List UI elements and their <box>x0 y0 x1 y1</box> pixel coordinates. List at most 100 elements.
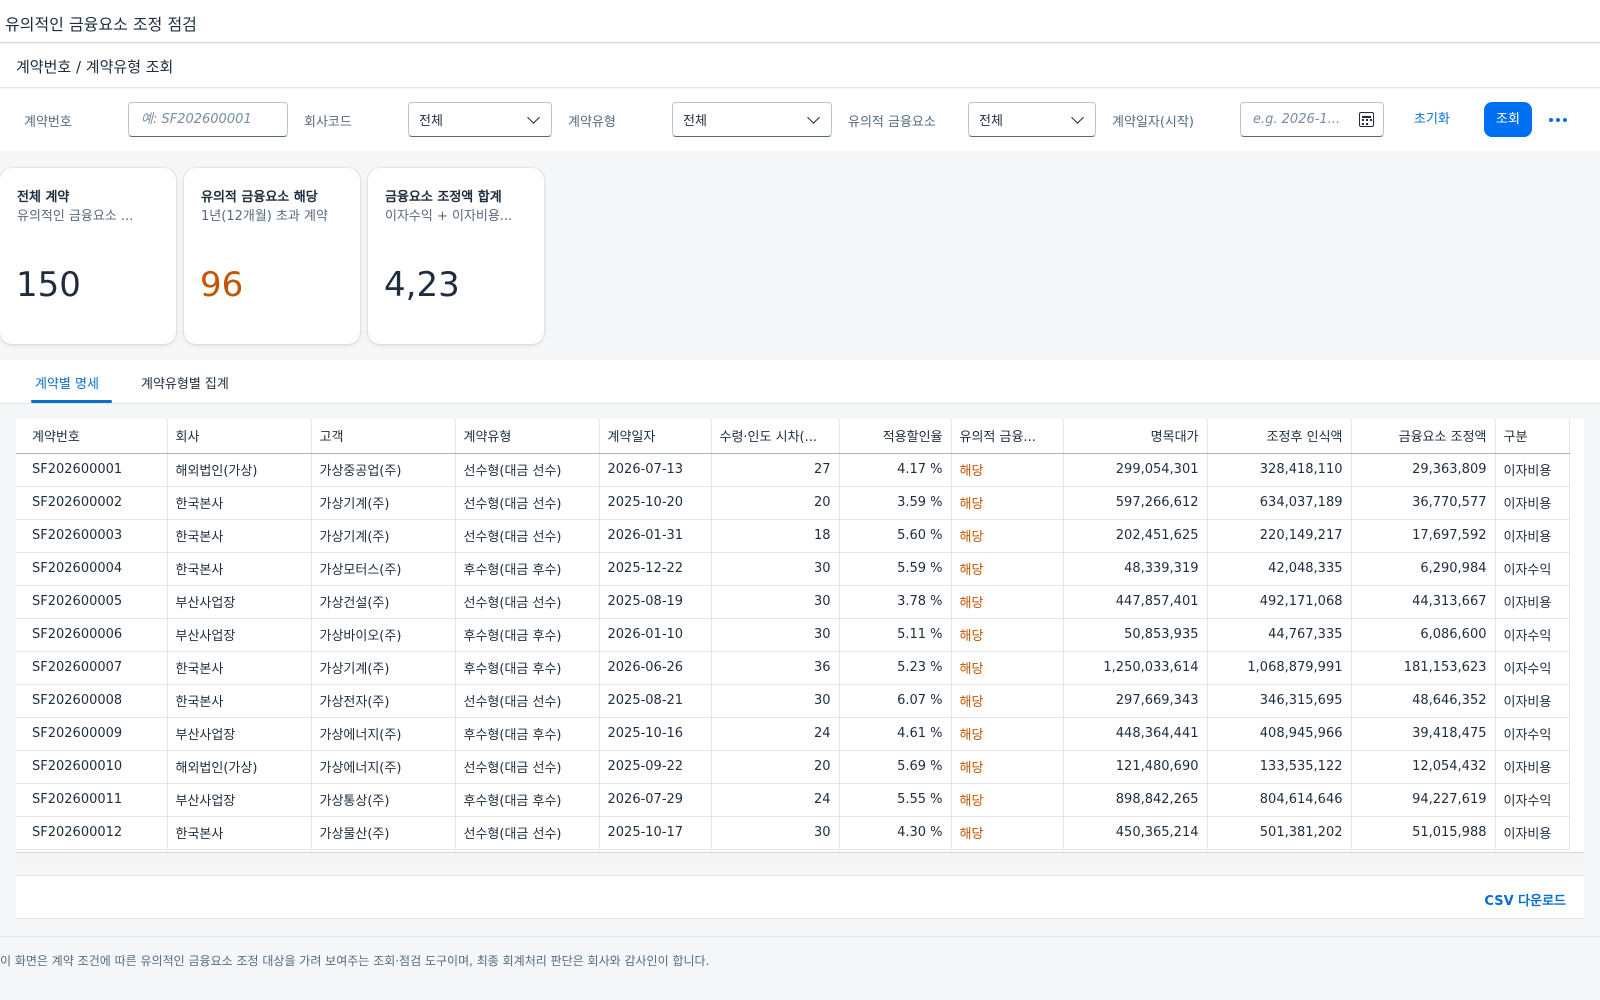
contract-table-container: 계약번호 회사 고객 계약유형 계약일자 수령·인도 시차(... 적용할인율 … <box>16 419 1584 867</box>
column-header[interactable]: 구분 <box>1495 419 1570 454</box>
disclaimer-note: 이 화면은 계약 조건에 따른 유의적인 금융요소 조정 대상을 가려 보여주는… <box>0 954 710 968</box>
cell-lag: 20 <box>711 486 840 520</box>
table-row[interactable]: SF202600010 해외법인(가상) 가상에너지(주) 선수형(대금 선수) 202… <box>16 750 1570 784</box>
cell-company: 부산사업장 <box>167 717 312 751</box>
table-row[interactable]: SF202600011 부산사업장 가상통상(주) 후수형(대금 후수) 2026-07… <box>16 783 1570 817</box>
contract-type-select[interactable]: 전체 <box>672 102 832 137</box>
csv-download-button[interactable]: CSV 다운로드 <box>1484 890 1566 909</box>
cell-nominal: 1,250,033,614 <box>1063 651 1208 685</box>
cell-discount-rate: 5.69 % <box>839 750 952 784</box>
tab-contract-detail[interactable]: 계약별 명세 <box>35 373 99 392</box>
cell-contract-no: SF202600006 <box>16 618 168 652</box>
cell-nominal: 898,842,265 <box>1063 783 1208 817</box>
cell-contract-type: 후수형(대금 후수) <box>455 618 600 652</box>
column-header[interactable]: 금융요소 조정액 <box>1351 419 1496 454</box>
table-row[interactable]: SF202600007 한국본사 가상기계(주) 후수형(대금 후수) 2026-06-… <box>16 651 1570 685</box>
cell-contract-date: 2026-01-10 <box>599 618 712 652</box>
cell-discount-rate: 5.23 % <box>839 651 952 685</box>
kpi-card-total[interactable]: 전체 계약 유의적인 금융요소 ... 150 <box>0 168 176 344</box>
cell-customer: 가상전자(주) <box>311 684 456 718</box>
cell-nominal: 597,266,612 <box>1063 486 1208 520</box>
cell-significant: 해당 <box>951 486 1064 520</box>
cell-company: 한국본사 <box>167 651 312 685</box>
table-row[interactable]: SF202600012 한국본사 가상물산(주) 선수형(대금 선수) 2025-10-… <box>16 816 1570 850</box>
table-row[interactable]: SF202600004 한국본사 가상모터스(주) 후수형(대금 후수) 2025-12… <box>16 552 1570 586</box>
table-footer-toolbar: CSV 다운로드 <box>16 875 1584 919</box>
kpi-card-significant[interactable]: 유의적 금융요소 해당 1년(12개월) 초과 계약 96 <box>184 168 360 344</box>
column-header[interactable]: 회사 <box>167 419 312 454</box>
cell-adjustment: 12,054,432 <box>1351 750 1496 784</box>
cell-contract-no: SF202600003 <box>16 519 168 553</box>
cell-company: 해외법인(가상) <box>167 750 312 784</box>
filter-bar: 계약번호 회사코드 전체 계약유형 전체 유의적 금융요소 전체 계약일자(시작… <box>0 89 1600 151</box>
more-options-button[interactable] <box>1543 102 1573 137</box>
card-title: 전체 계약 <box>17 190 70 205</box>
app-topbar: 유의적인 금융요소 조정 점검 <box>0 0 1600 43</box>
table-row[interactable]: SF202600008 한국본사 가상전자(주) 선수형(대금 선수) 2025-08-… <box>16 684 1570 718</box>
table-row[interactable]: SF202600002 한국본사 가상기계(주) 선수형(대금 선수) 2025-10-… <box>16 486 1570 520</box>
cell-company: 한국본사 <box>167 519 312 553</box>
cell-adjustment: 17,697,592 <box>1351 519 1496 553</box>
significant-select[interactable]: 전체 <box>968 102 1096 137</box>
cell-adjusted: 44,767,335 <box>1207 618 1352 652</box>
column-header[interactable]: 수령·인도 시차(... <box>711 419 840 454</box>
cell-contract-type: 후수형(대금 후수) <box>455 783 600 817</box>
cell-lag: 30 <box>711 585 840 619</box>
cell-contract-date: 2025-10-20 <box>599 486 712 520</box>
cell-company: 해외법인(가상) <box>167 453 312 487</box>
cell-customer: 가상통상(주) <box>311 783 456 817</box>
company-code-value: 전체 <box>419 114 443 129</box>
cell-lag: 27 <box>711 453 840 487</box>
contract-no-input[interactable] <box>129 103 287 136</box>
cell-contract-no: SF202600005 <box>16 585 168 619</box>
reset-button[interactable]: 초기화 <box>1404 102 1460 137</box>
cell-nominal: 450,365,214 <box>1063 816 1208 850</box>
cell-customer: 가상물산(주) <box>311 816 456 850</box>
cell-adjustment: 44,313,667 <box>1351 585 1496 619</box>
cell-contract-date: 2025-09-22 <box>599 750 712 784</box>
cell-significant: 해당 <box>951 585 1064 619</box>
cell-significant: 해당 <box>951 816 1064 850</box>
table-row[interactable]: SF202600001 해외법인(가상) 가상중공업(주) 선수형(대금 선수) 202… <box>16 453 1570 487</box>
cell-contract-no: SF202600004 <box>16 552 168 586</box>
more-dot-icon <box>1556 117 1560 122</box>
table-row[interactable]: SF202600009 부산사업장 가상에너지(주) 후수형(대금 후수) 2025-1… <box>16 717 1570 751</box>
calendar-icon[interactable] <box>1359 112 1374 127</box>
column-header[interactable]: 계약일자 <box>599 419 712 454</box>
cell-adjustment: 94,227,619 <box>1351 783 1496 817</box>
cell-contract-type: 선수형(대금 선수) <box>455 585 600 619</box>
contract-no-field[interactable] <box>128 102 288 137</box>
column-header[interactable]: 유의적 금융... <box>951 419 1064 454</box>
cell-category: 이자비용 <box>1495 816 1570 850</box>
cell-adjusted: 1,068,879,991 <box>1207 651 1352 685</box>
table-row[interactable]: SF202600003 한국본사 가상기계(주) 선수형(대금 선수) 2026-01-… <box>16 519 1570 553</box>
cell-adjusted: 346,315,695 <box>1207 684 1352 718</box>
column-header[interactable]: 명목대가 <box>1063 419 1208 454</box>
cell-customer: 가상기계(주) <box>311 651 456 685</box>
kpi-card-adjustment[interactable]: 금융요소 조정액 합계 이자수익 + 이자비용... 4,23 <box>368 168 544 344</box>
cell-contract-type: 선수형(대금 선수) <box>455 684 600 718</box>
cell-contract-type: 선수형(대금 선수) <box>455 816 600 850</box>
column-header[interactable]: 계약유형 <box>455 419 600 454</box>
cell-company: 한국본사 <box>167 816 312 850</box>
column-header[interactable]: 조정후 인식액 <box>1207 419 1352 454</box>
table-header-row: 계약번호 회사 고객 계약유형 계약일자 수령·인도 시차(... 적용할인율 … <box>16 419 1570 454</box>
cell-contract-date: 2025-10-17 <box>599 816 712 850</box>
table-row[interactable]: SF202600005 부산사업장 가상건설(주) 선수형(대금 선수) 2025-08… <box>16 585 1570 619</box>
cell-contract-date: 2025-12-22 <box>599 552 712 586</box>
company-code-label: 회사코드 <box>304 115 352 130</box>
cell-significant: 해당 <box>951 552 1064 586</box>
column-header[interactable]: 고객 <box>311 419 456 454</box>
tab-type-summary[interactable]: 계약유형별 집계 <box>141 373 229 392</box>
card-value: 96 <box>200 265 244 305</box>
column-header[interactable]: 계약번호 <box>16 419 168 454</box>
cell-category: 이자비용 <box>1495 684 1570 718</box>
go-button[interactable]: 조회 <box>1484 102 1532 137</box>
table-row[interactable]: SF202600006 부산사업장 가상바이오(주) 후수형(대금 후수) 2026-0… <box>16 618 1570 652</box>
horizontal-scrollbar[interactable] <box>16 852 1584 867</box>
contract-date-field[interactable] <box>1240 102 1384 137</box>
cell-significant: 해당 <box>951 651 1064 685</box>
cell-contract-type: 선수형(대금 선수) <box>455 453 600 487</box>
company-code-select[interactable]: 전체 <box>408 102 552 137</box>
column-header[interactable]: 적용할인율 <box>839 419 952 454</box>
